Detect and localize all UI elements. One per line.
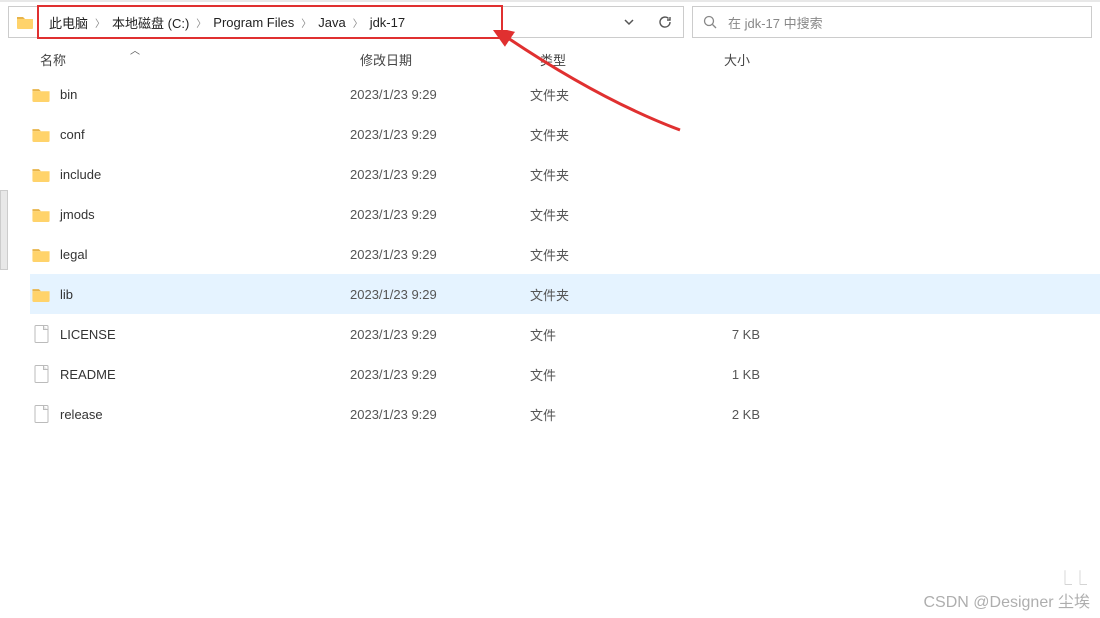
file-type: 文件夹 xyxy=(530,125,650,144)
file-type: 文件夹 xyxy=(530,205,650,224)
table-row[interactable]: include2023/1/23 9:29文件夹 xyxy=(30,154,1100,194)
location-icon xyxy=(13,15,37,29)
folder-icon xyxy=(30,87,52,102)
file-name: bin xyxy=(60,87,350,102)
table-row[interactable]: conf2023/1/23 9:29文件夹 xyxy=(30,114,1100,154)
file-date: 2023/1/23 9:29 xyxy=(350,407,530,422)
file-list: bin2023/1/23 9:29文件夹conf2023/1/23 9:29文件… xyxy=(0,74,1100,434)
header-size[interactable]: 大小 xyxy=(650,50,760,69)
crumb-0[interactable]: 此电脑 xyxy=(45,13,92,32)
file-type: 文件夹 xyxy=(530,285,650,304)
file-name: include xyxy=(60,167,350,182)
chevron-right-icon: 〉 xyxy=(350,15,366,30)
breadcrumb: 此电脑〉 本地磁盘 (C:)〉 Program Files〉 Java〉 jdk… xyxy=(37,7,611,37)
file-icon xyxy=(30,325,52,343)
folder-icon xyxy=(30,247,52,262)
file-type: 文件夹 xyxy=(530,165,650,184)
address-bar[interactable]: 此电脑〉 本地磁盘 (C:)〉 Program Files〉 Java〉 jdk… xyxy=(8,6,684,38)
table-row[interactable]: LICENSE2023/1/23 9:29文件7 KB xyxy=(30,314,1100,354)
file-icon xyxy=(30,365,52,383)
file-size: 1 KB xyxy=(650,367,760,382)
file-name: README xyxy=(60,367,350,382)
column-headers: ︿ 名称 修改日期 类型 大小 xyxy=(0,44,1100,74)
folder-icon xyxy=(30,287,52,302)
file-date: 2023/1/23 9:29 xyxy=(350,127,530,142)
chevron-right-icon: 〉 xyxy=(193,15,209,30)
table-row[interactable]: jmods2023/1/23 9:29文件夹 xyxy=(30,194,1100,234)
file-date: 2023/1/23 9:29 xyxy=(350,87,530,102)
folder-icon xyxy=(30,127,52,142)
table-row[interactable]: bin2023/1/23 9:29文件夹 xyxy=(30,74,1100,114)
file-date: 2023/1/23 9:29 xyxy=(350,287,530,302)
header-type[interactable]: 类型 xyxy=(530,50,650,69)
file-size: 2 KB xyxy=(650,407,760,422)
file-type: 文件 xyxy=(530,325,650,344)
file-name: lib xyxy=(60,287,350,302)
crumb-4[interactable]: jdk-17 xyxy=(366,15,409,30)
file-name: LICENSE xyxy=(60,327,350,342)
file-type: 文件夹 xyxy=(530,85,650,104)
crumb-2[interactable]: Program Files xyxy=(209,15,298,30)
left-pane-edge[interactable] xyxy=(0,190,8,270)
file-type: 文件 xyxy=(530,405,650,424)
search-placeholder: 在 jdk-17 中搜索 xyxy=(728,13,823,32)
crumb-1[interactable]: 本地磁盘 (C:) xyxy=(108,13,193,32)
toolbar: 此电脑〉 本地磁盘 (C:)〉 Program Files〉 Java〉 jdk… xyxy=(0,0,1100,44)
file-type: 文件 xyxy=(530,365,650,384)
file-name: legal xyxy=(60,247,350,262)
window-top-edge xyxy=(0,0,1100,2)
search-icon xyxy=(703,15,718,30)
file-date: 2023/1/23 9:29 xyxy=(350,327,530,342)
table-row[interactable]: lib2023/1/23 9:29文件夹 xyxy=(30,274,1100,314)
file-date: 2023/1/23 9:29 xyxy=(350,207,530,222)
file-name: conf xyxy=(60,127,350,142)
watermark-text: CSDN @Designer 尘埃 xyxy=(923,588,1090,612)
watermark-decor: ⎿⎿ xyxy=(1058,568,1088,588)
table-row[interactable]: release2023/1/23 9:29文件2 KB xyxy=(30,394,1100,434)
history-dropdown-button[interactable] xyxy=(611,7,647,37)
folder-icon xyxy=(30,207,52,222)
chevron-right-icon: 〉 xyxy=(298,15,314,30)
file-name: release xyxy=(60,407,350,422)
folder-icon xyxy=(30,167,52,182)
header-name[interactable]: 名称 xyxy=(30,50,350,69)
file-date: 2023/1/23 9:29 xyxy=(350,247,530,262)
file-type: 文件夹 xyxy=(530,245,650,264)
crumb-3[interactable]: Java xyxy=(314,15,349,30)
refresh-button[interactable] xyxy=(647,7,683,37)
file-name: jmods xyxy=(60,207,350,222)
sort-indicator-icon: ︿ xyxy=(130,42,140,57)
file-date: 2023/1/23 9:29 xyxy=(350,367,530,382)
file-date: 2023/1/23 9:29 xyxy=(350,167,530,182)
header-date[interactable]: 修改日期 xyxy=(350,50,530,69)
chevron-right-icon: 〉 xyxy=(92,15,108,30)
file-icon xyxy=(30,405,52,423)
table-row[interactable]: README2023/1/23 9:29文件1 KB xyxy=(30,354,1100,394)
file-size: 7 KB xyxy=(650,327,760,342)
search-input[interactable]: 在 jdk-17 中搜索 xyxy=(692,6,1092,38)
table-row[interactable]: legal2023/1/23 9:29文件夹 xyxy=(30,234,1100,274)
